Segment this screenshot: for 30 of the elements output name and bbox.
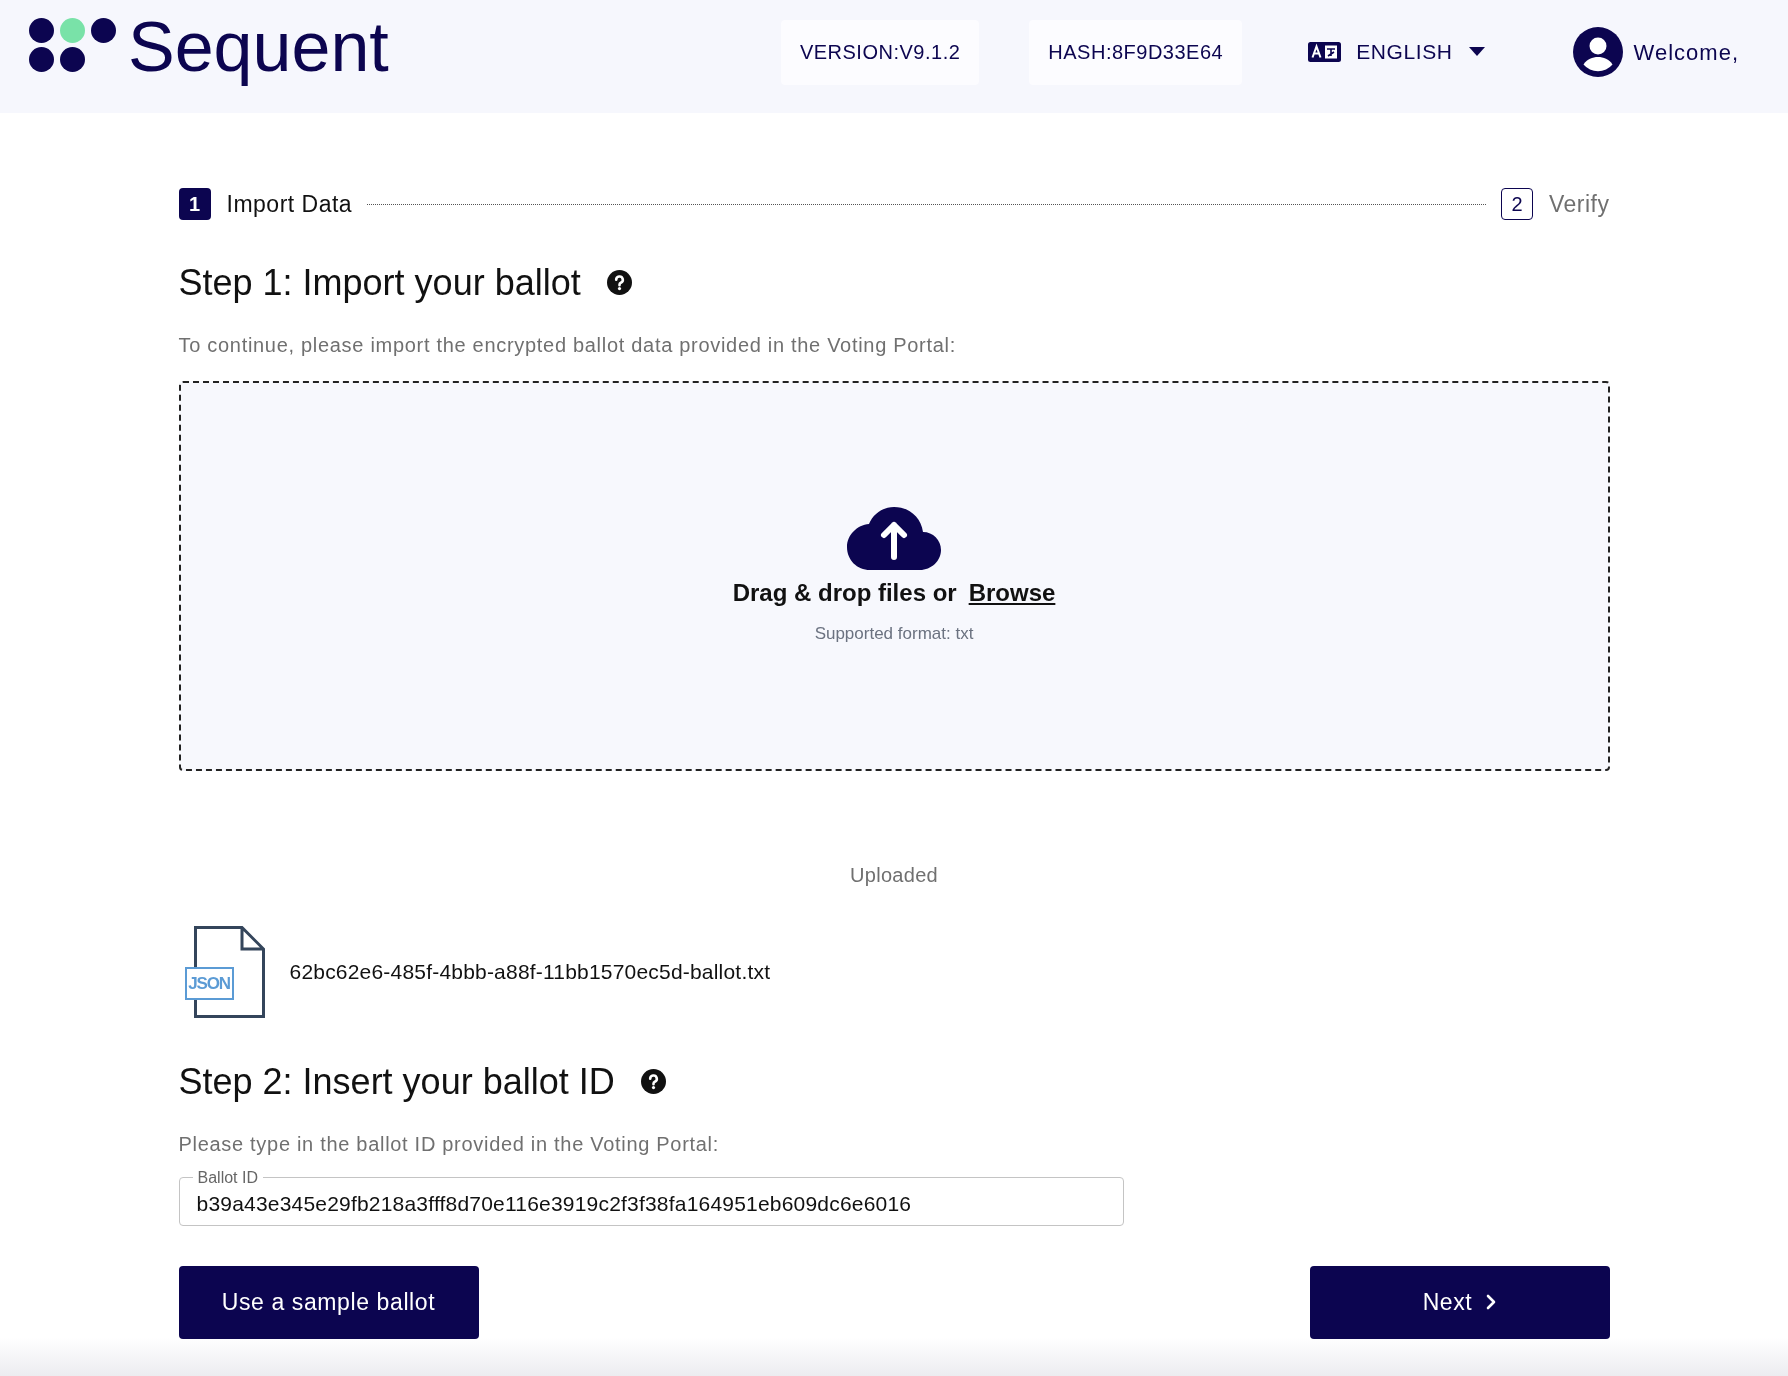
format-hint: Supported format: txt xyxy=(814,622,974,645)
step-number: 2 xyxy=(1500,188,1533,221)
instruction-text: Please type in the ballot ID provided in the Voting Portal: xyxy=(178,1131,720,1156)
drop-prompt-text: Drag & drop files or xyxy=(732,577,957,608)
cloud-upload-icon xyxy=(847,504,941,570)
chevron-right-icon xyxy=(1486,1294,1497,1311)
section-title: Step 2: Insert your ballot ID xyxy=(178,1059,615,1103)
step-label: Import Data xyxy=(226,190,353,219)
drop-zone[interactable]: Drag & drop files or Browse Supported format: txt xyxy=(178,380,1610,771)
version-label: VERSION:V9.1.2 xyxy=(780,19,980,85)
account-icon xyxy=(1572,27,1623,77)
browse-link[interactable]: Browse xyxy=(968,574,1056,611)
help-icon xyxy=(606,269,632,295)
translate-icon xyxy=(1308,42,1342,62)
language-selector[interactable]: ENGLISH xyxy=(1308,36,1485,68)
caret-icon xyxy=(1468,47,1485,57)
instruction-text: To continue, please import the encrypted ballot data provided in the Voting Portal: xyxy=(178,332,957,357)
section-title: Step 1: Import your ballot xyxy=(178,260,581,304)
step-label: Verify xyxy=(1548,190,1610,219)
step-number: 1 xyxy=(178,188,211,221)
help-icon xyxy=(640,1068,666,1094)
next-button[interactable]: Next xyxy=(1309,1265,1610,1339)
logo-dots-icon xyxy=(29,18,116,72)
uploaded-heading: Uploaded xyxy=(850,863,938,886)
sample-ballot-button[interactable]: Use a sample ballot xyxy=(178,1265,479,1339)
file-type-tag: JSON xyxy=(184,966,234,1000)
welcome-text: Welcome, xyxy=(1633,38,1739,67)
file-name: 62bc62e6-485f-4bbb-a88f-11bb1570ec5d-ballot.txt xyxy=(289,958,771,985)
hash-label: HASH:8F9D33E64 xyxy=(1029,19,1243,85)
ballot-id-field[interactable]: Ballot ID b39a43e345e29fb218a3fff8d70e116e3919c2f3f38fa164951eb609dc6e6016 xyxy=(178,1169,1124,1226)
